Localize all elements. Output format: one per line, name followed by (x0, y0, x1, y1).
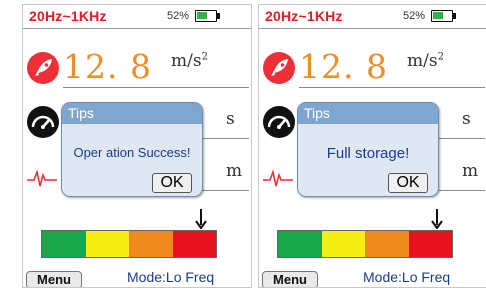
unit-exponent: 2 (201, 51, 208, 63)
frequency-range: 20Hz~1KHz (265, 8, 343, 24)
battery-fill (197, 12, 207, 19)
level-segment (42, 231, 86, 257)
rocket-icon (27, 52, 59, 84)
device-screen-right: 20Hz~1KHz 52% 12. 8 m/s2 s 0. 112 m Tips… (258, 4, 486, 288)
dialog-message: Oper ation Success! (73, 145, 191, 160)
battery-fill (433, 12, 443, 19)
acceleration-value: 12. 8 (299, 47, 388, 86)
battery-percent: 52% (403, 10, 426, 22)
velocity-unit: s (462, 109, 471, 129)
level-segment (365, 231, 409, 257)
rocket-icon (263, 52, 295, 84)
mode-label: Mode:Lo Freq (363, 269, 451, 285)
tips-dialog: Tips Full storage! OK (297, 102, 439, 197)
level-segment (172, 231, 216, 257)
velocity-unit: s (226, 109, 235, 129)
gauge-icon (27, 106, 59, 138)
displacement-unit: m (462, 161, 479, 181)
dialog-title-bar: Tips (62, 103, 202, 124)
ok-button[interactable]: OK (388, 173, 428, 193)
status-bar: 20Hz~1KHz 52% (259, 5, 486, 29)
divider (63, 87, 249, 88)
level-segment (321, 231, 365, 257)
battery-tip (217, 13, 220, 19)
dialog-title: Tips (304, 105, 330, 121)
dialog-title-bar: Tips (298, 103, 438, 124)
menu-button[interactable]: Menu (262, 271, 318, 287)
battery-icon (431, 10, 453, 22)
divider (299, 87, 485, 88)
dialog-message: Full storage! (326, 145, 410, 162)
arrow-down-icon (431, 209, 443, 229)
device-screen-left: 20Hz~1KHz 52% 12. 8 m/s2 s 0. 112 m Tips… (22, 4, 252, 288)
acceleration-unit: m/s2 (407, 51, 444, 71)
displacement-unit: m (226, 161, 243, 181)
menu-button[interactable]: Menu (26, 271, 82, 287)
frequency-range: 20Hz~1KHz (29, 8, 107, 24)
heartbeat-icon (263, 167, 293, 189)
level-segment (278, 231, 322, 257)
heartbeat-icon (27, 167, 57, 189)
unit-exponent: 2 (437, 51, 444, 63)
acceleration-value: 12. 8 (63, 47, 152, 86)
level-segment (129, 231, 173, 257)
level-segment (85, 231, 129, 257)
battery-tip (453, 13, 456, 19)
mode-label: Mode:Lo Freq (127, 269, 215, 285)
arrow-down-icon (195, 209, 207, 229)
level-bar (277, 230, 453, 258)
dialog-title: Tips (68, 105, 94, 121)
level-segment (408, 231, 452, 257)
battery-icon (195, 10, 217, 22)
level-bar (41, 230, 217, 258)
tips-dialog: Tips Oper ation Success! OK (61, 102, 203, 197)
battery-percent: 52% (167, 10, 190, 22)
gauge-icon (263, 106, 295, 138)
status-bar: 20Hz~1KHz 52% (23, 5, 251, 29)
acceleration-unit: m/s2 (171, 51, 208, 71)
ok-button[interactable]: OK (152, 173, 192, 193)
